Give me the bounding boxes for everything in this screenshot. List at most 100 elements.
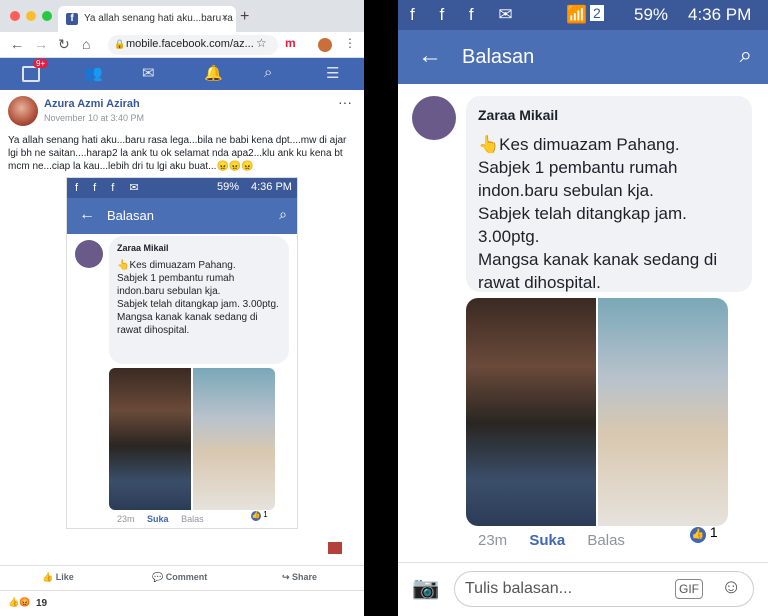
reactions-summary[interactable]: 👍😡 19 <box>0 590 364 616</box>
post-options-icon[interactable]: ··· <box>338 94 352 110</box>
menu-hamburger-icon[interactable]: ☰ <box>326 64 339 82</box>
lock-icon: 🔒 <box>114 39 126 49</box>
author-avatar[interactable] <box>8 96 38 126</box>
share-label: Share <box>292 572 318 582</box>
commenter-avatar[interactable] <box>412 96 456 140</box>
reaction-count: 19 <box>36 598 48 609</box>
comment-bubble: Zaraa Mikail 👆Kes dimuazam Pahang. Sabje… <box>109 236 289 364</box>
sim-indicator: 2 <box>590 5 604 21</box>
commenter-name[interactable]: Zaraa Mikail <box>478 104 740 127</box>
comment-line: Sabjek telah ditangkap jam. 3.00ptg. <box>478 204 687 246</box>
post-text: Ya allah senang hati aku...baru rasa leg… <box>8 135 347 172</box>
facebook-favicon-icon: f <box>66 13 78 25</box>
comment-photo-2[interactable] <box>193 368 275 510</box>
reaction-icons: 👍😡 <box>8 597 31 607</box>
post-actions: 👍 Like 💬 Comment ↪ Share <box>0 565 364 587</box>
phone-status-bar: f f f ✉ 59% 4:36 PM <box>67 178 297 198</box>
comment-button[interactable]: 💬 Comment <box>152 572 207 583</box>
app-header: ← Balasan ⌕ <box>398 30 768 84</box>
comment-line: Mangsa kanak kanak sedang di rawat dihos… <box>117 312 258 336</box>
search-icon[interactable]: ⌕ <box>740 42 752 68</box>
gif-button[interactable]: GIF <box>675 579 703 599</box>
reply-link[interactable]: Balas <box>587 532 625 549</box>
reply-input[interactable]: Tulis balasan... GIF ☺ <box>454 571 754 607</box>
comment-line: 👆Kes dimuazam Pahang. <box>117 260 236 271</box>
comment-line: 👆Kes dimuazam Pahang. <box>478 135 680 154</box>
maximize-window-button[interactable] <box>42 11 52 21</box>
home-icon[interactable]: ⌂ <box>82 36 90 52</box>
comment-line: Mangsa kanak kanak sedang di rawat dihos… <box>478 250 718 292</box>
commenter-thumbnail[interactable] <box>328 542 342 554</box>
status-time: 4:36 PM <box>251 181 292 193</box>
url-field[interactable]: 🔒 mobile.facebook.com/az... <box>108 35 278 55</box>
like-label: Like <box>55 572 74 582</box>
notifications-bell-icon[interactable]: 🔔 <box>204 64 223 82</box>
status-app-icons: f f f ✉ <box>410 5 523 24</box>
battery-percent: 59% <box>634 5 669 24</box>
like-link[interactable]: Suka <box>147 514 169 524</box>
browser-window: f Ya allah senang hati aku...baru ra × +… <box>0 0 364 616</box>
tab-close-icon[interactable]: × <box>222 12 228 24</box>
reload-icon[interactable]: ↻ <box>58 36 70 53</box>
like-link[interactable]: Suka <box>529 532 565 549</box>
like-count: 👍 1 <box>251 510 268 521</box>
friends-icon[interactable]: 👥 <box>84 64 103 82</box>
thumbs-up-icon: 👍 <box>690 527 706 543</box>
comment-bubble: Zaraa Mikail 👆Kes dimuazam Pahang. Sabje… <box>466 96 752 292</box>
header-title: Balasan <box>107 208 154 223</box>
like-count-value: 1 <box>709 524 718 540</box>
menu-kebab-icon[interactable]: ⋮ <box>344 36 356 50</box>
minimize-window-button[interactable] <box>26 11 36 21</box>
like-button[interactable]: 👍 Like <box>42 572 74 583</box>
emoji-icon[interactable]: ☺ <box>721 576 741 599</box>
comment-time: 23m <box>478 532 508 549</box>
status-time: 4:36 PM <box>688 5 752 24</box>
post-author-name[interactable]: Azura Azmi Azirah <box>44 98 140 110</box>
search-icon[interactable]: ⌕ <box>264 64 272 81</box>
comment-photo-1[interactable] <box>466 298 596 526</box>
bookmark-star-icon[interactable]: ☆ <box>256 36 267 50</box>
back-arrow-icon[interactable]: ← <box>79 206 95 224</box>
messenger-icon[interactable]: ✉ <box>142 64 155 82</box>
facebook-nav-bar: 9+ 👥 ✉ 🔔 ⌕ ☰ <box>0 58 364 90</box>
comment-photo-1[interactable] <box>109 368 191 510</box>
commenter-avatar[interactable] <box>75 240 103 268</box>
comment-line: Sabjek telah ditangkap jam. 3.00ptg. <box>117 299 279 310</box>
comment-meta: 23m Suka Balas <box>117 514 204 524</box>
camera-icon[interactable]: 📷 <box>412 575 439 601</box>
battery-percent: 59% <box>217 181 240 193</box>
post-date[interactable]: November 10 at 3:40 PM <box>44 113 144 123</box>
like-count: 👍 1 <box>690 524 718 543</box>
close-window-button[interactable] <box>10 11 20 21</box>
comment-line: Sabjek 1 pembantu rumah indon.baru sebul… <box>117 273 235 297</box>
back-arrow-icon[interactable]: ← <box>10 36 24 52</box>
share-button[interactable]: ↪ Share <box>282 572 317 583</box>
news-feed-icon[interactable] <box>22 66 40 82</box>
profile-avatar[interactable] <box>318 38 332 52</box>
comment-meta: 23m Suka Balas <box>478 532 625 549</box>
tab-bar: f Ya allah senang hati aku...baru ra × + <box>0 0 364 32</box>
comment-time: 23m <box>117 514 135 524</box>
browser-tab[interactable]: f Ya allah senang hati aku...baru ra × <box>58 6 236 32</box>
extension-icon[interactable]: m <box>285 36 296 50</box>
url-text: mobile.facebook.com/az... <box>126 38 254 50</box>
search-icon[interactable]: ⌕ <box>279 206 287 223</box>
like-count-value: 1 <box>263 510 268 519</box>
back-arrow-icon[interactable]: ← <box>418 42 442 70</box>
post-image-screenshot[interactable]: f f f ✉ 59% 4:36 PM ← Balasan ⌕ Zaraa Mi… <box>66 177 298 529</box>
new-tab-button[interactable]: + <box>240 8 249 26</box>
reply-link[interactable]: Balas <box>181 514 204 524</box>
commenter-name[interactable]: Zaraa Mikail <box>117 242 281 255</box>
phone-screenshot: f f f ✉ 📶 2 59% 4:36 PM ← Balasan ⌕ Zara… <box>398 0 768 616</box>
comment-photo-2[interactable] <box>598 298 728 526</box>
app-header: ← Balasan ⌕ <box>67 198 297 234</box>
status-app-icons: f f f ✉ <box>75 182 145 194</box>
wifi-icon: 📶 <box>566 5 588 24</box>
phone-status-bar: f f f ✉ 📶 2 59% 4:36 PM <box>398 0 768 30</box>
tab-title: Ya allah senang hati aku...baru ra <box>84 13 233 24</box>
forward-arrow-icon[interactable]: → <box>34 36 48 52</box>
comment-label: Comment <box>165 572 208 582</box>
thumbs-up-icon: 👍 <box>251 511 261 521</box>
reply-placeholder: Tulis balasan... <box>465 580 573 597</box>
header-title: Balasan <box>462 46 535 68</box>
